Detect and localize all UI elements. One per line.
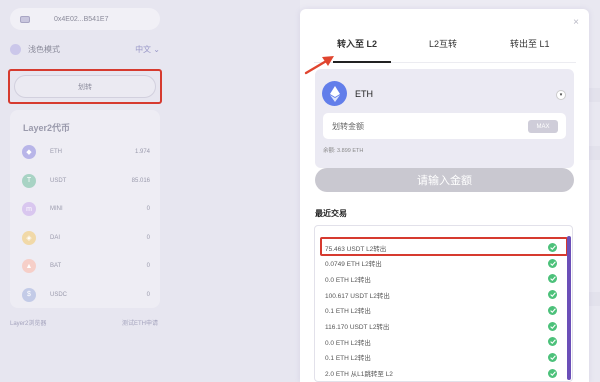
- transaction-row[interactable]: 116.170 USDT L2转出: [320, 319, 564, 334]
- token-balance: 1.974: [134, 149, 150, 155]
- scrollbar[interactable]: [567, 236, 571, 380]
- transaction-label: 0.0749 ETH L2转出: [325, 261, 382, 269]
- success-check-icon: [548, 352, 557, 362]
- tab-l2-transfer[interactable]: L2互转: [429, 37, 457, 50]
- mini-token-icon: m: [22, 202, 36, 216]
- layer2-tokens-card: Layer2代币 ◆ ETH 1.974 T USDT 85.016 m MINI 0 ◈ DAI 0…: [10, 110, 160, 308]
- transaction-row[interactable]: 0.0749 ETH L2转出: [320, 256, 564, 271]
- usdt-token-icon: T: [22, 173, 36, 188]
- theme-toggle-icon[interactable]: [10, 43, 21, 55]
- transaction-row[interactable]: 2.0 ETH 从L1跳转至 L2: [320, 366, 564, 381]
- token-row[interactable]: $ USDC 0: [22, 286, 150, 304]
- eth-logo-icon: [322, 81, 347, 106]
- transaction-row[interactable]: 0.1 ETH L2转出: [320, 303, 564, 318]
- success-check-icon: [548, 274, 557, 284]
- success-check-icon: [548, 305, 557, 315]
- active-tab-underline: [333, 61, 391, 63]
- token-balance: 0: [146, 206, 150, 212]
- transaction-row[interactable]: 0.0 ETH L2转出: [320, 271, 564, 286]
- token-row[interactable]: m MINI 0: [22, 200, 150, 218]
- layer2-explorer-link[interactable]: Layer2浏览器: [10, 318, 46, 327]
- transaction-label: 0.1 ETH L2转出: [325, 308, 371, 316]
- token-symbol: ETH: [50, 149, 62, 155]
- transaction-label: 116.170 USDT L2转出: [325, 324, 390, 331]
- success-check-icon: [548, 337, 557, 347]
- transaction-row[interactable]: 100.617 USDT L2转出: [320, 287, 564, 302]
- transaction-highlight: [320, 237, 568, 256]
- token-input-box: ETH ▾ MAX 余额: 3.899 ETH: [315, 69, 574, 168]
- transaction-label: 0.0 ETH L2转出: [325, 276, 371, 284]
- success-check-icon: [548, 321, 557, 331]
- recent-transactions-title: 最近交易: [315, 209, 347, 218]
- amount-input[interactable]: [332, 121, 522, 131]
- theme-mode-label: 浅色模式: [28, 44, 60, 54]
- transaction-label: 0.1 ETH L2转出: [325, 355, 371, 363]
- transaction-row[interactable]: 0.1 ETH L2转出: [320, 350, 564, 365]
- token-balance: 0: [146, 291, 150, 298]
- wallet-card-icon: [20, 15, 30, 23]
- transfer-modal: × 转入至 L2 L2互转 转出至 L1 ETH ▾ MAX 余额: 3.899…: [300, 9, 589, 382]
- balance-text: 余额: 3.899 ETH: [323, 148, 364, 154]
- test-eth-faucet-link[interactable]: 测试ETH申请: [122, 318, 158, 327]
- token-row[interactable]: ◆ ETH 1.974: [22, 143, 150, 161]
- transaction-label: 100.617 USDT L2转出: [325, 292, 390, 300]
- transaction-label: 2.0 ETH 从L1跳转至 L2: [325, 371, 393, 379]
- token-symbol: DAI: [50, 234, 61, 241]
- success-check-icon: [548, 258, 557, 268]
- bat-token-icon: ▲: [22, 259, 36, 273]
- token-name: ETH: [355, 89, 373, 99]
- token-balance: 0: [146, 234, 150, 241]
- dai-token-icon: ◈: [22, 230, 36, 245]
- token-symbol: MINI: [50, 206, 63, 212]
- tab-deposit-to-l2[interactable]: 转入至 L2: [337, 37, 377, 50]
- token-dropdown-icon[interactable]: ▾: [556, 90, 566, 100]
- eth-token-icon: ◆: [22, 145, 36, 159]
- close-icon[interactable]: ×: [573, 17, 579, 28]
- background-app-panel: 0x4E02...B541E7 浅色模式 中文 ⌄ 划转 Layer2代币 ◆ E…: [0, 0, 300, 382]
- success-check-icon: [548, 368, 557, 378]
- token-row[interactable]: ▲ BAT 0: [22, 257, 150, 275]
- theme-row: 浅色模式 中文 ⌄: [10, 40, 160, 58]
- tokens-title: Layer2代币: [23, 123, 71, 133]
- transaction-label: 0.0 ETH L2转出: [325, 339, 371, 347]
- transaction-row[interactable]: 0.0 ETH L2转出: [320, 334, 564, 349]
- max-button[interactable]: MAX: [528, 120, 558, 133]
- token-balance: 85.016: [131, 177, 150, 184]
- success-check-icon: [548, 290, 557, 300]
- language-selector[interactable]: 中文 ⌄: [135, 44, 160, 55]
- token-balance: 0: [146, 263, 150, 269]
- submit-button[interactable]: 请输入金额: [315, 168, 574, 192]
- tab-withdraw-to-l1[interactable]: 转出至 L1: [510, 37, 550, 50]
- token-symbol: BAT: [50, 263, 62, 269]
- recent-transactions-list: 75.463 USDT L2转出 0.0749 ETH L2转出 0.0 ETH L…: [314, 225, 573, 382]
- token-symbol: USDC: [50, 291, 68, 298]
- amount-field: MAX: [323, 113, 566, 139]
- usdc-token-icon: $: [22, 287, 36, 302]
- token-symbol: USDT: [50, 177, 67, 184]
- wallet-address: 0x4E02...B541E7: [54, 15, 109, 23]
- transfer-button-highlight: 划转: [8, 69, 162, 104]
- token-row[interactable]: ◈ DAI 0: [22, 229, 150, 247]
- wallet-address-pill[interactable]: 0x4E02...B541E7: [10, 8, 160, 30]
- transfer-tabs: 转入至 L2 L2互转 转出至 L1: [300, 37, 589, 59]
- transfer-button[interactable]: 划转: [14, 75, 156, 98]
- token-row[interactable]: T USDT 85.016: [22, 172, 150, 190]
